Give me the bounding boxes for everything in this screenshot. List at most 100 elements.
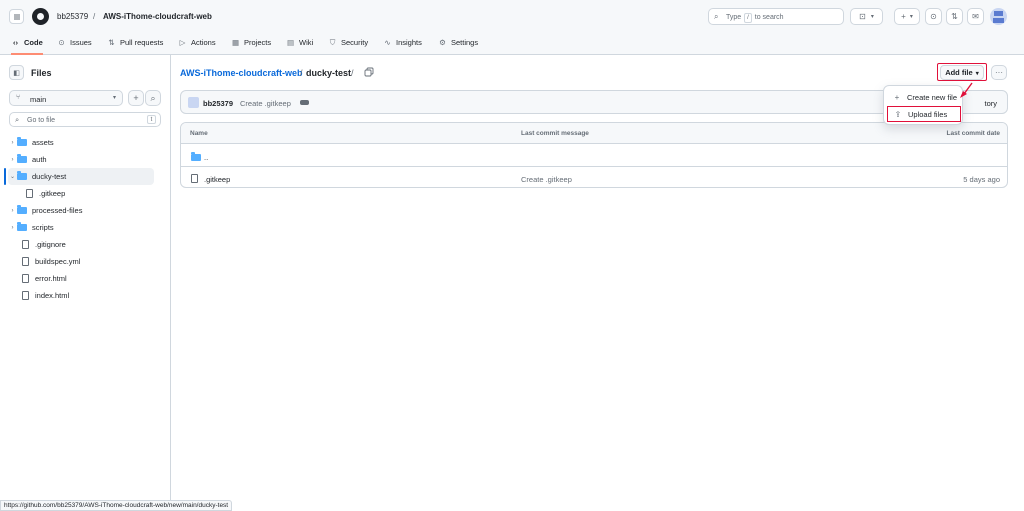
avatar[interactable] [188, 97, 199, 108]
go-to-file-input[interactable]: ⌕ Go to file t [9, 112, 161, 127]
tree-folder-scripts[interactable]: › scripts [8, 219, 154, 236]
chevron-right-icon: › [11, 207, 14, 214]
search-icon: ⌕ [15, 115, 20, 124]
tab-label: Security [341, 38, 369, 47]
breadcrumb-current-folder: ducky-test [306, 68, 352, 78]
tab-pull-requests[interactable]: ⇅ Pull requests [107, 38, 163, 55]
tree-file-buildspec[interactable]: buildspec.yml [22, 253, 154, 270]
tree-folder-ducky-test[interactable]: ⌄ ducky-test [8, 168, 154, 185]
table-row[interactable]: .. [181, 145, 1007, 167]
table-row[interactable]: .gitkeep Create .gitkeep 5 days ago [181, 167, 1007, 187]
table-icon: ▦ [231, 38, 240, 47]
add-file-highlight: Add file ▾ [937, 63, 987, 81]
breadcrumb-separator: / [93, 12, 96, 21]
menu-button[interactable] [9, 9, 24, 24]
add-file-menu: + Create new file ⇪ Upload files [883, 85, 963, 125]
issues-button[interactable]: ⊙ [925, 8, 942, 25]
inbox-button[interactable]: ✉ [967, 8, 984, 25]
breadcrumb-repo-link[interactable]: AWS-iThome-cloudcraft-web [180, 68, 303, 78]
tab-label: Pull requests [120, 38, 164, 47]
more-options-button[interactable]: ··· [991, 65, 1007, 80]
github-logo-icon[interactable] [32, 8, 49, 25]
shortcut-key: t [147, 115, 156, 124]
search-files-button[interactable]: ⌕ [145, 90, 161, 106]
file-tree-sidebar: ◧ Files ⑂ main ▾ + ⌕ ⌕ Go to file t › as… [0, 55, 171, 511]
annotation-arrow-icon [960, 82, 973, 98]
ellipsis-icon[interactable] [300, 100, 309, 105]
file-name[interactable]: .gitkeep [204, 175, 230, 184]
play-icon: ▷ [179, 38, 186, 47]
search-icon: ⌕ [714, 12, 719, 21]
tree-folder-auth[interactable]: › auth [8, 151, 154, 168]
copilot-button[interactable]: ⊡ ▾ [850, 8, 883, 25]
file-icon [22, 257, 29, 266]
tree-file-error-html[interactable]: error.html [22, 270, 154, 287]
menu-item-create-new-file[interactable]: + Create new file [887, 89, 961, 105]
tab-projects[interactable]: ▦ Projects [231, 38, 271, 55]
upload-icon: ⇪ [894, 109, 902, 119]
menu-item-label: Create new file [907, 92, 958, 102]
commit-author[interactable]: bb25379 [203, 99, 233, 108]
selection-indicator [4, 168, 6, 185]
tab-security[interactable]: ⛉ Security [328, 38, 368, 55]
search-placeholder: Type / to search [726, 13, 784, 23]
pull-request-icon: ⇅ [951, 12, 958, 21]
history-link[interactable]: tory [984, 99, 997, 108]
branch-icon: ⑂ [16, 94, 21, 101]
copy-icon[interactable] [364, 67, 374, 77]
file-icon [22, 291, 29, 300]
menu-item-label: Upload files [908, 109, 948, 119]
tree-file-gitkeep[interactable]: .gitkeep [26, 185, 154, 202]
tree-label: index.html [35, 291, 70, 300]
repo-link[interactable]: AWS-iThome-cloudcraft-web [103, 12, 212, 21]
tree-folder-processed-files[interactable]: › processed-files [8, 202, 154, 219]
tree-label: .gitignore [35, 240, 66, 249]
collapse-sidebar-icon[interactable]: ◧ [9, 65, 24, 80]
file-icon [22, 274, 29, 283]
folder-icon [17, 154, 27, 163]
tab-wiki[interactable]: ▤ Wiki [286, 38, 313, 55]
folder-icon [17, 205, 27, 214]
breadcrumb-separator: / [351, 68, 354, 78]
menu-item-upload-files[interactable]: ⇪ Upload files [887, 106, 961, 122]
owner-link[interactable]: bb25379 [57, 12, 88, 21]
branch-name: main [30, 94, 47, 104]
tab-insights[interactable]: ∿ Insights [383, 38, 422, 55]
tree-folder-assets[interactable]: › assets [8, 134, 154, 151]
tree-label: ducky-test [32, 172, 67, 181]
tree-file-gitignore[interactable]: .gitignore [22, 236, 154, 253]
folder-icon [17, 222, 27, 231]
add-file-sidebar-button[interactable]: + [128, 90, 144, 106]
tab-issues[interactable]: ⊙ Issues [57, 38, 91, 55]
tree-label: processed-files [32, 206, 83, 215]
shield-icon: ⛉ [329, 38, 336, 47]
search-input[interactable]: ⌕ Type / to search [708, 8, 844, 25]
commit-message[interactable]: Create .gitkeep [521, 175, 572, 184]
tab-label: Actions [191, 38, 216, 47]
tree-label: .gitkeep [39, 189, 66, 198]
tab-actions[interactable]: ▷ Actions [178, 38, 216, 55]
app-header: bb25379 / AWS-iThome-cloudcraft-web ⌕ Ty… [0, 0, 1024, 55]
tab-label: Wiki [299, 38, 314, 47]
pull-requests-button[interactable]: ⇅ [946, 8, 963, 25]
chevron-down-icon: ▾ [975, 70, 979, 77]
commit-message[interactable]: Create .gitkeep [240, 99, 291, 108]
tree-label: buildspec.yml [35, 257, 81, 266]
branch-selector[interactable]: ⑂ main ▾ [9, 90, 123, 106]
hamburger-icon [13, 14, 20, 19]
avatar[interactable] [990, 8, 1007, 25]
chevron-down-icon: ▾ [909, 14, 913, 20]
add-file-button[interactable]: Add file ▾ [940, 64, 984, 80]
kebab-icon: ··· [995, 68, 1003, 77]
tab-label: Code [24, 38, 43, 47]
file-name[interactable]: .. [204, 153, 208, 162]
create-new-button[interactable]: + ▾ [894, 8, 920, 25]
file-icon [26, 189, 33, 198]
tab-settings[interactable]: ⚙ Settings [438, 38, 478, 55]
issue-icon: ⊙ [930, 12, 937, 21]
tab-code[interactable]: ‹› Code [11, 38, 43, 55]
book-icon: ▤ [286, 38, 295, 47]
file-table: Name Last commit message Last commit dat… [180, 122, 1008, 188]
tree-file-index-html[interactable]: index.html [22, 287, 154, 304]
plus-icon: + [901, 12, 906, 21]
